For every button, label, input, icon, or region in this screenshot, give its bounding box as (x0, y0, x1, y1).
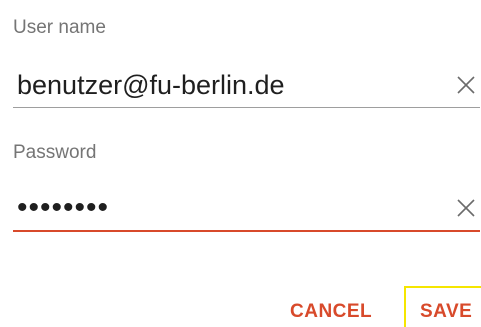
username-clear-button[interactable] (456, 75, 476, 95)
username-field-container (13, 63, 480, 108)
password-label: Password (13, 142, 97, 163)
close-icon (457, 76, 475, 94)
password-input[interactable] (17, 186, 437, 230)
password-field-container (13, 186, 480, 232)
cancel-button[interactable]: CANCEL (290, 297, 380, 327)
password-clear-button[interactable] (456, 198, 476, 218)
login-dialog: User name Password CANCEL SAVE (0, 0, 481, 327)
save-button[interactable]: SAVE (404, 286, 481, 327)
username-input[interactable] (17, 63, 437, 107)
close-icon (457, 199, 475, 217)
username-label: User name (13, 17, 106, 38)
